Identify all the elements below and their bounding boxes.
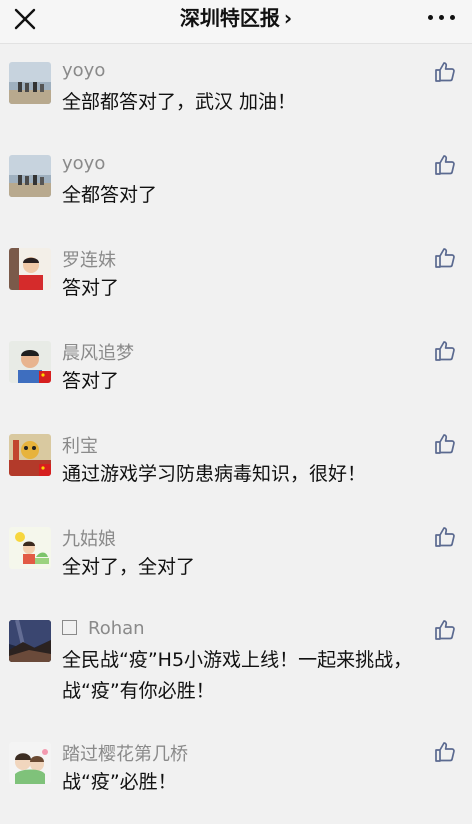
thumbs-up-icon <box>435 248 455 268</box>
like-button[interactable] <box>433 740 457 764</box>
more-button[interactable] <box>428 15 456 23</box>
avatar[interactable] <box>9 434 51 476</box>
avatar[interactable] <box>9 341 51 383</box>
like-button[interactable] <box>433 246 457 270</box>
like-button[interactable] <box>433 618 457 642</box>
thumbs-up-icon <box>435 155 455 175</box>
like-button[interactable] <box>433 339 457 363</box>
avatar-image <box>9 248 51 290</box>
more-icon <box>428 15 433 20</box>
comment-text: 战“疫”必胜！ <box>62 771 177 793</box>
comment-author-name: Rohan <box>88 618 145 639</box>
comment-author: 踏过樱花第几桥 <box>62 744 188 765</box>
page-title[interactable]: 深圳特区报 › <box>180 4 292 32</box>
thumbs-up-icon <box>435 620 455 640</box>
avatar[interactable] <box>9 248 51 290</box>
avatar-image <box>9 620 51 662</box>
comment-author: 罗连妹 <box>62 250 116 271</box>
comment-author: yoyo <box>62 60 106 81</box>
comment-text: 全都答对了 <box>62 184 158 206</box>
comment-author: 九姑娘 <box>62 529 116 550</box>
avatar-image <box>9 434 51 476</box>
thumbs-up-icon <box>435 527 455 547</box>
avatar-image <box>9 155 51 197</box>
thumbs-up-icon <box>435 434 455 454</box>
checkbox-icon <box>62 620 77 635</box>
thumbs-up-icon <box>435 62 455 82</box>
avatar[interactable] <box>9 527 51 569</box>
like-button[interactable] <box>433 432 457 456</box>
avatar[interactable] <box>9 742 51 784</box>
chevron-right-icon: › <box>283 6 293 30</box>
avatar-image <box>9 341 51 383</box>
comment-author: 晨风追梦 <box>62 343 134 364</box>
like-button[interactable] <box>433 153 457 177</box>
page-title-text: 深圳特区报 <box>179 6 280 30</box>
avatar-image <box>9 527 51 569</box>
comment-author: Rohan <box>62 618 145 639</box>
top-bar: 深圳特区报 › <box>0 0 472 44</box>
comment-text: 全部都答对了，武汉 加油！ <box>62 91 297 113</box>
avatar-image <box>9 742 51 784</box>
thumbs-up-icon <box>435 742 455 762</box>
comment-author: yoyo <box>62 153 106 174</box>
comment-text: 通过游戏学习防患病毒知识，很好！ <box>62 463 367 485</box>
comment-author: 利宝 <box>62 436 98 457</box>
comment-text: 答对了 <box>62 370 120 392</box>
thumbs-up-icon <box>435 341 455 361</box>
avatar[interactable] <box>9 620 51 662</box>
avatar-image <box>9 62 51 104</box>
comment-text: 答对了 <box>62 277 120 299</box>
comment-text: 全民战“疫”H5小游戏上线！一起来挑战，战“疫”有你必胜！ <box>62 649 413 702</box>
avatar[interactable] <box>9 62 51 104</box>
like-button[interactable] <box>433 525 457 549</box>
avatar[interactable] <box>9 155 51 197</box>
comment-text: 全对了，全对了 <box>62 556 196 578</box>
like-button[interactable] <box>433 60 457 84</box>
